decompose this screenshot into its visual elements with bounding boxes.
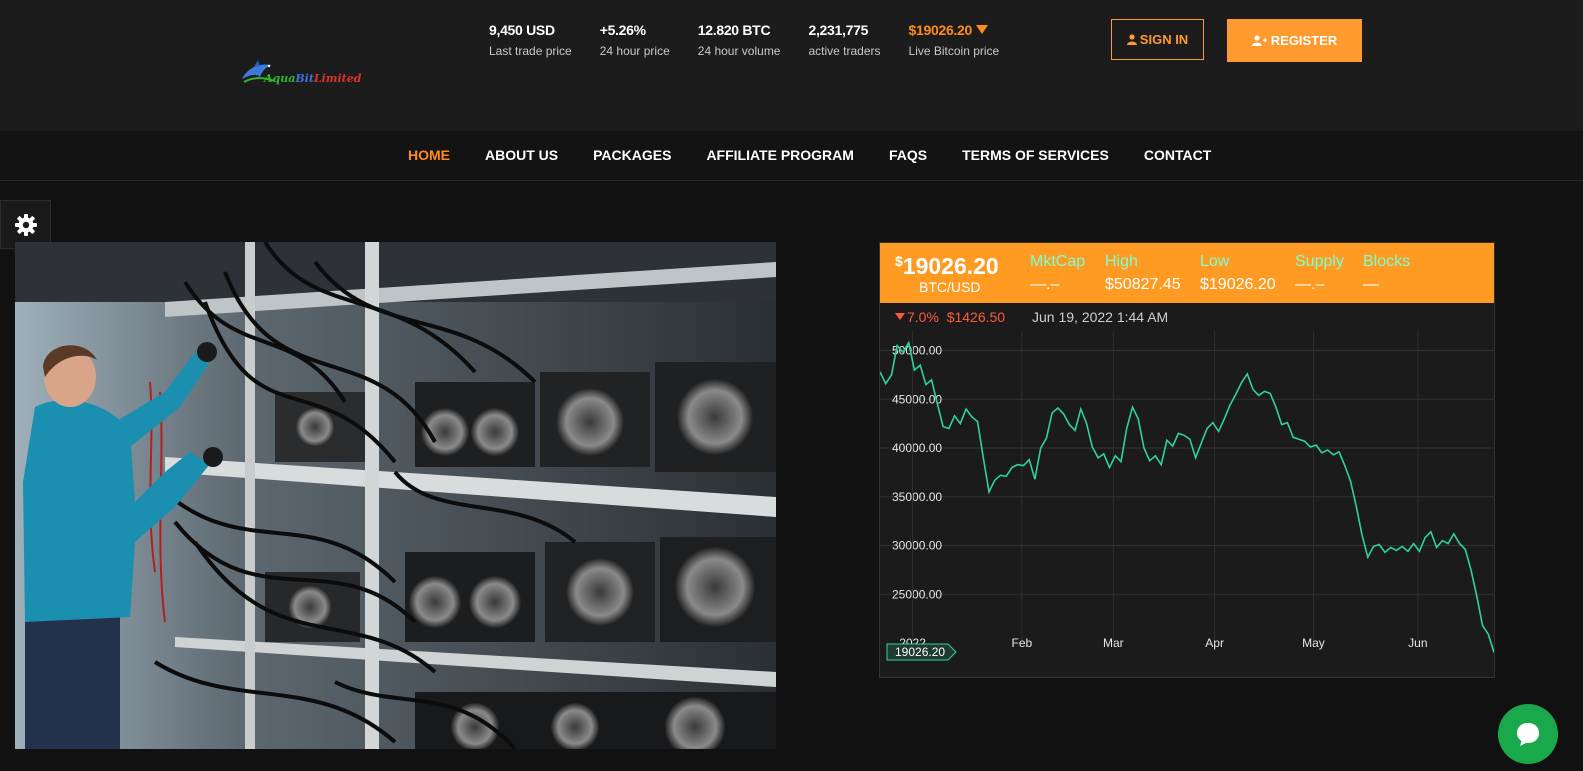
sign-in-label: SIGN IN (1139, 32, 1189, 47)
change-amount: $1426.50 (946, 309, 1006, 325)
x-tick-label: Apr (1205, 636, 1224, 650)
supply-cell: Supply —.– (1295, 253, 1344, 294)
logo-wordmark: AquaBitLimited (264, 72, 362, 85)
x-tick-label: May (1302, 636, 1325, 650)
stat-24h-price: +5.26% 24 hour price (600, 22, 670, 58)
blocks-value: — (1363, 276, 1379, 293)
nav-item-terms-of-services[interactable]: TERMS OF SERVICES (962, 147, 1109, 163)
stat-label: 24 hour volume (697, 44, 781, 58)
y-tick-label: 35000.00 (892, 490, 942, 504)
stat-label: Last trade price (489, 44, 572, 58)
widget-price-value: 19026.20 (902, 253, 999, 279)
mktcap-cell: MktCap —.– (1030, 253, 1085, 294)
stat-value: 9,450 USD (489, 22, 555, 38)
nav-item-about-us[interactable]: ABOUT US (485, 147, 558, 163)
widget-pair: BTC/USD (919, 279, 981, 295)
gear-icon (14, 213, 37, 236)
nav-item-contact[interactable]: CONTACT (1144, 147, 1211, 163)
stat-active-traders: 2,231,775 active traders (808, 22, 880, 58)
y-tick-label: 40000.00 (892, 441, 942, 455)
bitcoin-price-widget: $19026.20 BTC/USD MktCap —.– High $50827… (879, 242, 1495, 678)
live-chat-button[interactable] (1498, 704, 1558, 764)
y-tick-label: 25000.00 (892, 587, 942, 601)
down-arrow-icon (895, 313, 905, 320)
x-tick-label: Mar (1103, 636, 1124, 650)
live-price-text: $19026.20 (908, 22, 973, 38)
user-plus-icon (1251, 35, 1267, 46)
y-tick-label: 50000.00 (892, 344, 942, 358)
register-label: REGISTER (1270, 33, 1338, 48)
nav-item-packages[interactable]: PACKAGES (593, 147, 671, 163)
high-label: High (1105, 253, 1138, 270)
nav-item-home[interactable]: HOME (408, 147, 450, 163)
high-value: $50827.45 (1105, 276, 1181, 293)
chat-bubble-icon (1517, 723, 1539, 746)
top-header: AquaBitLimited 9,450 USD Last trade pric… (0, 0, 1583, 131)
down-arrow-icon (976, 25, 988, 34)
mktcap-label: MktCap (1030, 253, 1086, 270)
price-chart[interactable]: 50000.0045000.0040000.0035000.0030000.00… (880, 331, 1494, 677)
widget-price: $19026.20 (895, 253, 999, 280)
low-value: $19026.20 (1200, 276, 1276, 293)
stat-label: active traders (808, 44, 881, 58)
price-timestamp: Jun 19, 2022 1:44 AM (1032, 309, 1169, 325)
low-cell: Low $19026.20 (1200, 253, 1276, 294)
stat-live-bitcoin: $19026.20 Live Bitcoin price (909, 22, 1000, 58)
site-logo[interactable]: AquaBitLimited (240, 55, 370, 91)
stat-last-trade: 9,450 USD Last trade price (489, 22, 572, 58)
change-percent: 7.0% (907, 309, 939, 325)
stat-label: 24 hour price (599, 44, 670, 58)
sign-in-button[interactable]: SIGN IN (1111, 19, 1204, 60)
mktcap-value: —.– (1030, 276, 1060, 293)
x-tick-label: Feb (1011, 636, 1032, 650)
ticker-stats: 9,450 USD Last trade price +5.26% 24 hou… (489, 22, 1027, 58)
user-icon (1126, 34, 1137, 45)
main-nav: HOME ABOUT US PACKAGES AFFILIATE PROGRAM… (0, 131, 1583, 181)
price-change: 7.0% $1426.50 (895, 309, 1005, 325)
blocks-cell: Blocks — (1363, 253, 1410, 294)
supply-value: —.– (1295, 276, 1325, 293)
nav-item-faqs[interactable]: FAQS (889, 147, 927, 163)
stat-label: Live Bitcoin price (908, 44, 1000, 58)
stat-value: 2,231,775 (808, 22, 869, 38)
register-button[interactable]: REGISTER (1227, 19, 1362, 62)
stat-value: $19026.20 (909, 22, 1000, 40)
y-tick-label: 30000.00 (892, 539, 942, 553)
mining-rig-illustration (15, 242, 776, 749)
x-tick-label: Jun (1408, 636, 1427, 650)
chart-background (880, 331, 1494, 677)
supply-label: Supply (1295, 253, 1344, 270)
blocks-label: Blocks (1363, 253, 1411, 270)
high-cell: High $50827.45 (1105, 253, 1181, 294)
current-price-label: 19026.20 (895, 645, 945, 659)
widget-header: $19026.20 BTC/USD MktCap —.– High $50827… (880, 243, 1494, 303)
stat-value: 12.820 BTC (697, 22, 771, 38)
mining-farm-photo (15, 242, 776, 749)
stat-value: +5.26% (599, 22, 646, 38)
currency-symbol: $ (895, 253, 903, 269)
stat-24h-volume: 12.820 BTC 24 hour volume (698, 22, 781, 58)
low-label: Low (1200, 253, 1230, 270)
nav-item-affiliate-program[interactable]: AFFILIATE PROGRAM (706, 147, 854, 163)
